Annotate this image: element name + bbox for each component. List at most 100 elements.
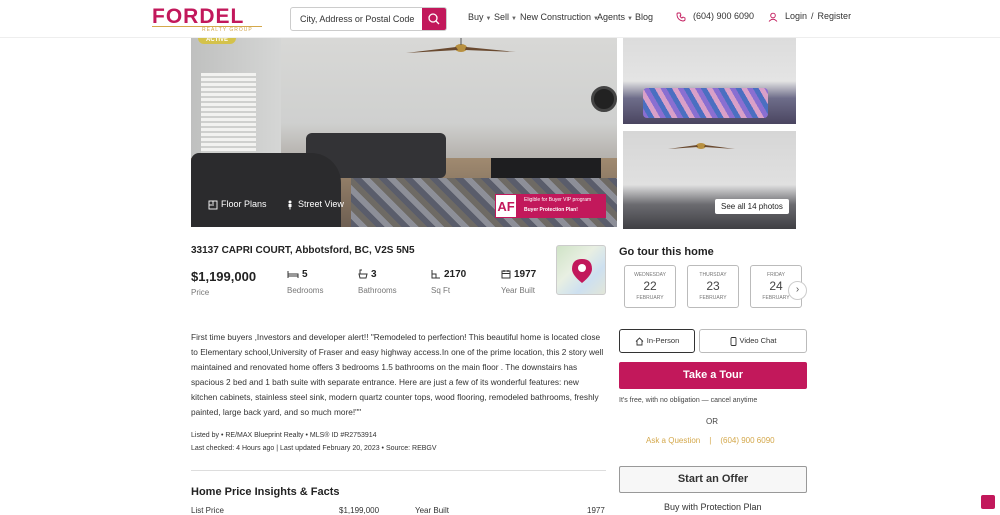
nav-agents[interactable]: Agents ▼ (597, 12, 633, 22)
list-price-label: List Price (191, 506, 224, 515)
mobile-phone-icon (730, 336, 736, 346)
stat-bedrooms: 5 Bedrooms (287, 269, 323, 295)
promo-protection-text: Buyer Protection Plan! (524, 207, 578, 213)
video-chat-label: Video Chat (739, 336, 777, 345)
header-phone-text: (604) 900 6090 (693, 11, 755, 21)
chat-widget-button[interactable] (981, 495, 995, 509)
login-separator: / (811, 11, 814, 21)
contact-row: Ask a Question | (604) 900 6090 (646, 436, 775, 445)
in-person-label: In-Person (646, 336, 680, 345)
chevron-down-icon: ▼ (511, 16, 517, 22)
bed-icon (287, 270, 299, 278)
register-link[interactable]: Register (818, 11, 852, 21)
brand-logo[interactable]: FORDEL REALTY GROUP (152, 5, 262, 33)
sqft-value: 2170 (444, 269, 467, 280)
contact-phone-link[interactable]: (604) 900 6090 (720, 436, 774, 445)
promo-eligibility-text: Eligible for Buyer VIP program (524, 197, 592, 203)
price-label: Price (191, 288, 210, 297)
area-icon (431, 270, 440, 279)
see-all-photos-button[interactable]: See all 14 photos (715, 199, 789, 214)
next-days-button[interactable]: › (788, 281, 807, 300)
photo-sofa-front (191, 153, 341, 227)
tour-day-card[interactable]: WEDNESDAY 22 FEBRUARY (624, 265, 676, 308)
day-month: FEBRUARY (699, 295, 727, 301)
day-month: FEBRUARY (636, 295, 664, 301)
stat-bathrooms: 3 Bathrooms (358, 269, 397, 295)
ceiling-fan-graphic (406, 38, 516, 53)
floor-plans-button[interactable]: Floor Plans (208, 199, 267, 210)
logo-text: FORDEL (152, 5, 245, 28)
listing-price: $1,199,000 (191, 269, 257, 284)
listing-brokerage-info: Listed by • RE/MAX Blueprint Realty • ML… (191, 432, 377, 439)
phone-icon (676, 12, 686, 22)
day-number: 22 (643, 279, 657, 293)
ceiling-fan-graphic (668, 143, 735, 149)
account-links: Login / Register (768, 11, 851, 22)
map-pin-icon (572, 259, 592, 283)
nav-new-construction-label: New Construction (520, 12, 592, 22)
nav-blog-label: Blog (635, 12, 654, 22)
day-of-week: FRIDAY (767, 272, 785, 278)
chevron-down-icon: ▼ (627, 16, 633, 22)
photo-bench (491, 158, 601, 178)
day-of-week: WEDNESDAY (634, 272, 666, 278)
calendar-icon (501, 270, 511, 279)
street-view-icon (288, 200, 292, 210)
video-chat-option[interactable]: Video Chat (699, 329, 807, 353)
nav-agents-label: Agents (597, 12, 626, 22)
protection-plan-link[interactable]: Buy with Protection Plan (664, 502, 762, 512)
bathrooms-value: 3 (371, 269, 377, 280)
tour-section-title: Go tour this home (619, 246, 714, 258)
stat-sqft: 2170 Sq Ft (431, 269, 466, 295)
top-navigation-bar: FORDEL REALTY GROUP Buy▼ Sell▼ New Const… (0, 0, 1000, 38)
day-number: 23 (706, 279, 720, 293)
day-of-week: THURSDAY (699, 272, 727, 278)
nav-sell[interactable]: Sell ▼ (494, 12, 517, 22)
ask-question-link[interactable]: Ask a Question (646, 436, 700, 445)
bedrooms-value: 5 (302, 269, 308, 280)
nav-sell-label: Sell (494, 12, 510, 22)
nav-buy-label: Buy (468, 12, 484, 22)
search-icon (428, 13, 440, 25)
property-address: 33137 CAPRI COURT, Abbotsford, BC, V2S 5… (191, 245, 415, 256)
search-button[interactable] (422, 8, 446, 30)
photo-bed (643, 88, 768, 118)
year-built-value: 1977 (514, 269, 537, 280)
logo-tagline: REALTY GROUP (202, 27, 253, 33)
nav-new-construction[interactable]: New Construction ▼ (520, 12, 599, 22)
stat-year-built: 1977 Year Built (501, 269, 536, 295)
nav-blog[interactable]: Blog (635, 12, 653, 22)
header-phone-link[interactable]: (604) 900 6090 (676, 11, 754, 22)
bathtub-icon (358, 269, 368, 279)
search-input[interactable] (291, 8, 423, 30)
insights-section-title: Home Price Insights & Facts (191, 486, 340, 498)
bedrooms-label: Bedrooms (287, 286, 324, 295)
thumbnail-photo-living-room[interactable] (623, 131, 796, 229)
chevron-right-icon: › (795, 284, 800, 295)
sqft-label: Sq Ft (431, 286, 451, 295)
insights-year-built-value: 1977 (587, 506, 605, 515)
search-box (290, 7, 447, 31)
year-built-label: Year Built (501, 286, 535, 295)
promo-logo: AF (495, 194, 517, 218)
take-a-tour-button[interactable]: Take a Tour (619, 362, 807, 389)
street-view-button[interactable]: Street View (285, 199, 344, 210)
nav-buy[interactable]: Buy ▼ (468, 12, 491, 22)
listing-update-info: Last checked: 4 Hours ago | Last updated… (191, 445, 437, 452)
contact-separator: | (709, 436, 712, 445)
street-view-label: Street View (298, 199, 344, 209)
tour-day-card[interactable]: THURSDAY 23 FEBRUARY (687, 265, 739, 308)
photo-window-blinds (201, 73, 256, 153)
home-icon (635, 336, 644, 345)
in-person-option[interactable]: In-Person (619, 329, 695, 353)
thumbnail-photo-bedroom[interactable] (623, 38, 796, 124)
login-link[interactable]: Login (785, 11, 807, 21)
map-thumbnail[interactable] (556, 245, 606, 295)
or-divider-text: OR (706, 417, 718, 426)
bathrooms-label: Bathrooms (358, 286, 397, 295)
start-offer-button[interactable]: Start an Offer (619, 466, 807, 493)
buyer-vip-promo-badge[interactable]: AF Eligible for Buyer VIP program Buyer … (495, 194, 606, 218)
free-tour-note: It's free, with no obligation — cancel a… (619, 397, 758, 404)
floor-plans-label: Floor Plans (221, 199, 267, 209)
property-description: First time buyers ,Investors and develop… (191, 332, 604, 417)
